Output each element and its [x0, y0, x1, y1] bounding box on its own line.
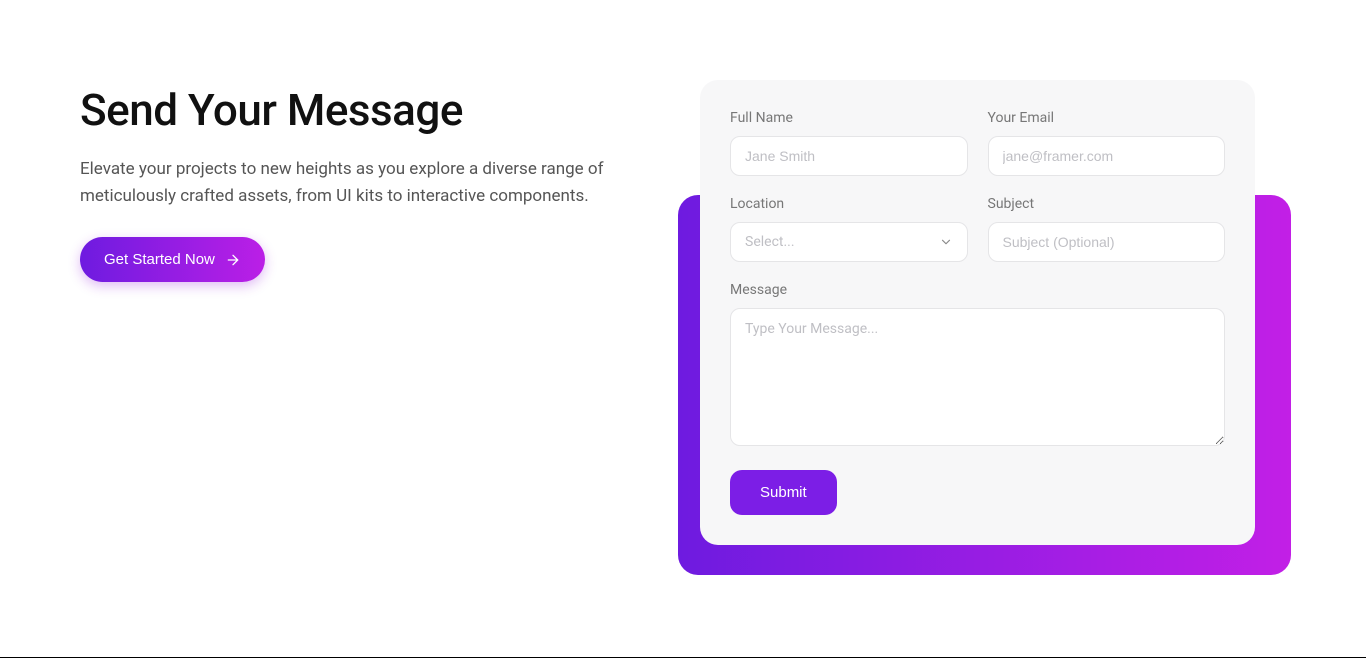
contact-form: Full Name Your Email Location Select...: [700, 80, 1255, 545]
email-field-group: Your Email: [988, 110, 1226, 176]
full-name-input[interactable]: [730, 136, 968, 176]
page-description: Elevate your projects to new heights as …: [80, 156, 625, 209]
arrow-right-icon: [225, 252, 241, 268]
subject-label: Subject: [988, 196, 1226, 212]
email-input[interactable]: [988, 136, 1226, 176]
chevron-down-icon: [939, 235, 953, 249]
hero-section: Send Your Message Elevate your projects …: [80, 80, 640, 545]
full-name-label: Full Name: [730, 110, 968, 126]
get-started-button[interactable]: Get Started Now: [80, 237, 265, 282]
message-label: Message: [730, 282, 1225, 298]
submit-button[interactable]: Submit: [730, 470, 837, 515]
subject-field-group: Subject: [988, 196, 1226, 262]
full-name-field-group: Full Name: [730, 110, 968, 176]
location-select-value: Select...: [745, 234, 795, 250]
message-textarea[interactable]: [730, 308, 1225, 446]
page-title: Send Your Message: [80, 86, 640, 134]
subject-input[interactable]: [988, 222, 1226, 262]
email-label: Your Email: [988, 110, 1226, 126]
location-select[interactable]: Select...: [730, 222, 968, 262]
message-field-group: Message: [730, 282, 1225, 446]
location-label: Location: [730, 196, 968, 212]
cta-label: Get Started Now: [104, 251, 215, 268]
location-field-group: Location Select...: [730, 196, 968, 262]
